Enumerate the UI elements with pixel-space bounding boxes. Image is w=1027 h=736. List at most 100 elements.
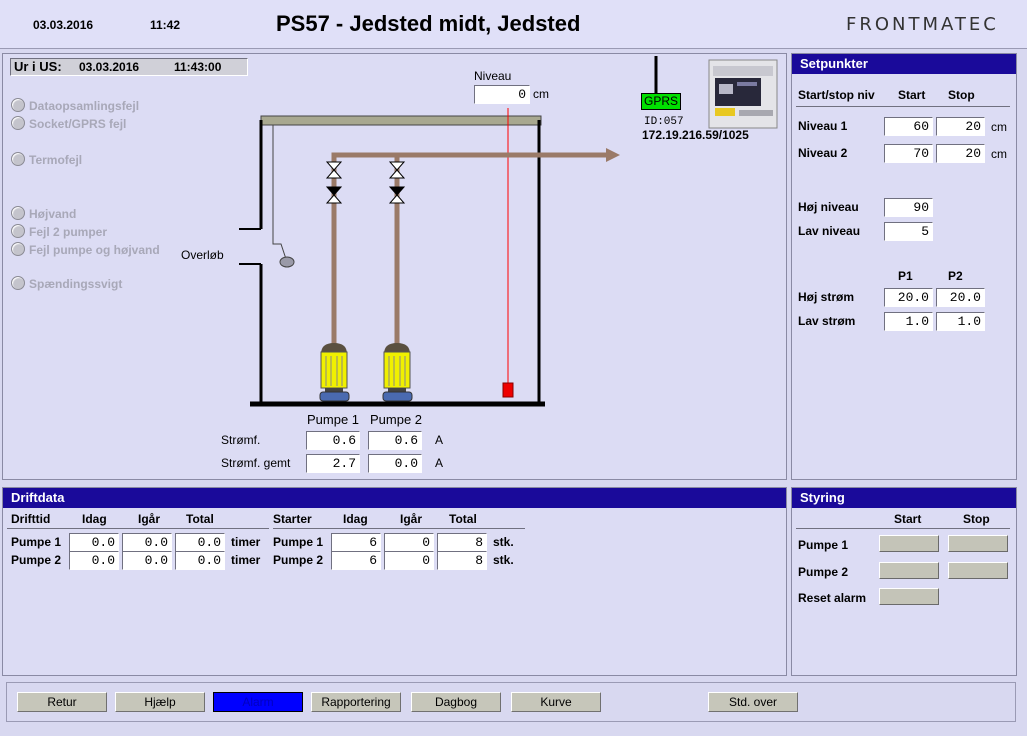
runtime-yesterday-header: Igår [138,512,161,526]
pump2-saved-current: 0.0 [368,454,422,473]
setpoints-panel: Setpunkter Start/stop niv Start Stop Niv… [791,53,1017,480]
pump2-start-button[interactable] [879,562,939,579]
styring-panel: Styring Start Stop Pumpe 1 Pumpe 2 Reset… [791,487,1017,676]
low-current-p2-input[interactable]: 1.0 [936,312,985,331]
starts-unit: stk. [493,553,514,567]
niveau2-start-input[interactable]: 70 [884,144,933,163]
station-panel: Ur i US: 03.03.2016 11:43:00 Dataopsamli… [2,53,787,480]
niveau1-stop-input[interactable]: 20 [936,117,985,136]
pump1-pipe [331,152,606,344]
controller-device-icon [708,59,778,129]
low-current-label: Lav strøm [798,314,856,328]
pump1-icon [319,343,350,402]
high-current-p1-input[interactable]: 20.0 [884,288,933,307]
niveau1-label: Niveau 1 [798,119,848,133]
styring-pump1-label: Pumpe 1 [798,538,849,552]
pump1-starts-today: 6 [331,533,381,552]
level-sensor-icon [502,382,514,398]
pump1-runtime-total: 0.0 [175,533,225,552]
device-ip: 172.19.216.59/1025 [642,128,749,142]
runtime-header: Drifttid [11,512,51,526]
hjaelp-button[interactable]: Hjælp [115,692,205,712]
niveau2-label: Niveau 2 [798,146,848,160]
starts-total-header: Total [449,512,477,526]
saved-current-unit: A [435,456,444,470]
high-level-label: Høj niveau [798,200,859,214]
tank-lid [260,115,542,126]
styring-start-header: Start [894,512,922,526]
starts-header: Starter [273,512,312,526]
runtime-today-header: Idag [82,512,107,526]
setpoints-stop-header: Stop [948,88,975,102]
starts-pump1-label: Pumpe 1 [273,535,324,549]
pump1-current: 0.6 [306,431,360,450]
niveau2-stop-input[interactable]: 20 [936,144,985,163]
high-level-input[interactable]: 90 [884,198,933,217]
reset-alarm-button[interactable] [879,588,939,605]
setpoints-col-header: Start/stop niv [798,88,875,102]
styring-stop-header: Stop [963,512,990,526]
low-level-input[interactable]: 5 [884,222,933,241]
pump2-header: Pumpe 2 [370,412,423,427]
setpoints-start-header: Start [898,88,926,102]
divider [796,528,1010,529]
retur-button[interactable]: Retur [17,692,107,712]
header-time: 11:42 [150,18,181,32]
pump2-starts-total: 8 [437,551,487,570]
runtime-total-header: Total [186,512,214,526]
alarm-button[interactable]: Alarm [213,692,303,712]
low-level-label: Lav niveau [798,224,861,238]
pump1-stop-button[interactable] [948,535,1008,552]
pump2-starts-today: 6 [331,551,381,570]
niveau1-start-input[interactable]: 60 [884,117,933,136]
nav-bar: Retur Hjælp Alarm Rapportering Dagbog Ku… [6,682,1016,722]
runtime-pump2-label: Pumpe 2 [11,553,62,567]
pump1-start-button[interactable] [879,535,939,552]
kurve-button[interactable]: Kurve [511,692,601,712]
rapportering-button[interactable]: Rapportering [311,692,401,712]
device-id: ID:057 [644,116,684,128]
pump1-starts-yesterday: 0 [384,533,434,552]
driftdata-panel: Driftdata Drifttid Idag Igår Total Pumpe… [2,487,787,676]
saved-current-label: Strømf. gemt [221,456,291,470]
starts-pump2-label: Pumpe 2 [273,553,324,567]
starts-unit: stk. [493,535,514,549]
divider [273,528,525,529]
styring-title: Styring [792,488,1016,508]
current-label: Strømf. [221,433,261,447]
pump1-runtime-today: 0.0 [69,533,119,552]
runtime-unit: timer [231,535,261,549]
pump2-runtime-total: 0.0 [175,551,225,570]
pump2-icon [382,343,413,402]
gprs-indicator: GPRS [641,93,681,110]
pump1-starts-total: 8 [437,533,487,552]
runtime-unit: timer [231,553,261,567]
pump2-stop-button[interactable] [948,562,1008,579]
starts-yesterday-header: Igår [400,512,423,526]
driftdata-title: Driftdata [3,488,786,508]
float-cable [272,125,287,260]
p2-header: P2 [948,269,963,283]
frontmatec-logo: FRONTMATEC [846,14,999,35]
divider [7,528,269,529]
styring-pump2-label: Pumpe 2 [798,565,849,579]
high-current-label: Høj strøm [798,290,855,304]
runtime-pump1-label: Pumpe 1 [11,535,62,549]
dagbog-button[interactable]: Dagbog [411,692,501,712]
setpoints-title: Setpunkter [792,54,1016,74]
header-date: 03.03.2016 [33,18,94,32]
low-current-p1-input[interactable]: 1.0 [884,312,933,331]
pump2-current: 0.6 [368,431,422,450]
reset-alarm-label: Reset alarm [798,591,867,605]
pump1-saved-current: 2.7 [306,454,360,473]
niveau1-unit: cm [991,120,1007,134]
std-over-button[interactable]: Std. over [708,692,798,712]
starts-today-header: Idag [343,512,368,526]
pump1-runtime-yesterday: 0.0 [122,533,172,552]
high-current-p2-input[interactable]: 20.0 [936,288,985,307]
pump2-runtime-yesterday: 0.0 [122,551,172,570]
niveau2-unit: cm [991,147,1007,161]
pump2-runtime-today: 0.0 [69,551,119,570]
outlet-arrow-icon [606,148,620,162]
divider [796,106,1010,107]
